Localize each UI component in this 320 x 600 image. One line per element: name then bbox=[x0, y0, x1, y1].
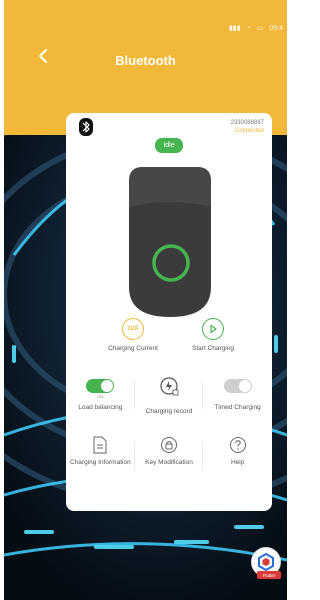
charger-illustration bbox=[129, 167, 211, 317]
help-label: Help bbox=[230, 459, 245, 466]
toggle-knob bbox=[238, 380, 251, 392]
charging-record-label: Charging record bbox=[145, 408, 193, 415]
key-modification-control[interactable]: Key Modification bbox=[135, 436, 204, 470]
info-actions-row: Charging Information Key Modification He… bbox=[66, 436, 272, 470]
flutter-tag: Flutter bbox=[257, 571, 281, 579]
charger-card: 2330088887 Connected Idle 32A Charging C… bbox=[66, 113, 272, 511]
help-icon bbox=[229, 437, 246, 453]
charging-information-label: Charging Information bbox=[69, 459, 131, 466]
primary-actions-row: 32A Charging Current Start Charging bbox=[66, 318, 272, 353]
wifi-icon: ◔ bbox=[246, 24, 251, 32]
charging-information-control[interactable]: Charging Information bbox=[66, 436, 135, 470]
start-charging-label: Start Charging bbox=[192, 345, 234, 352]
play-icon bbox=[210, 324, 217, 334]
charging-current-button[interactable]: 32A bbox=[122, 318, 144, 340]
settings-actions-row: ON Load balancing Charging record Timed … bbox=[66, 375, 272, 416]
document-icon bbox=[93, 436, 107, 454]
battery-icon: ▭ bbox=[256, 25, 264, 32]
app-screen: ▮▮▮ ◔ ▭ 09:4 Bluetooth 2330088887 Connec… bbox=[4, 0, 287, 600]
start-charging-control[interactable]: Start Charging bbox=[173, 318, 253, 353]
charging-current-control[interactable]: 32A Charging Current bbox=[93, 318, 173, 353]
start-charging-button[interactable] bbox=[202, 318, 224, 340]
device-id: 2330088887 bbox=[230, 120, 264, 126]
status-bar: ▮▮▮ ◔ ▭ 09:4 bbox=[229, 22, 283, 34]
charging-current-label: Charging Current bbox=[108, 345, 158, 352]
status-badge: Idle bbox=[155, 138, 183, 153]
charging-record-icon bbox=[160, 377, 179, 396]
load-balancing-label: Load balancing bbox=[78, 404, 123, 411]
bluetooth-icon bbox=[79, 118, 93, 136]
signal-icon: ▮▮▮ bbox=[228, 25, 241, 32]
timed-charging-control[interactable]: Timed Charging bbox=[203, 375, 272, 416]
timed-charging-toggle[interactable] bbox=[223, 379, 252, 393]
connection-status: Connected bbox=[234, 128, 264, 134]
help-control[interactable]: Help bbox=[203, 436, 272, 467]
status-time: 09:4 bbox=[269, 24, 283, 32]
load-balancing-control[interactable]: ON Load balancing bbox=[66, 375, 135, 416]
toggle-knob bbox=[101, 380, 114, 392]
lock-icon bbox=[161, 437, 177, 453]
load-balancing-toggle[interactable] bbox=[86, 379, 115, 393]
load-balancing-state: ON bbox=[97, 394, 104, 399]
page-title: Bluetooth bbox=[115, 53, 176, 68]
charging-record-control[interactable]: Charging record bbox=[135, 375, 204, 416]
flutter-logo-icon bbox=[258, 553, 274, 571]
timed-charging-label: Timed Charging bbox=[214, 404, 261, 411]
key-modification-label: Key Modification bbox=[145, 459, 193, 466]
